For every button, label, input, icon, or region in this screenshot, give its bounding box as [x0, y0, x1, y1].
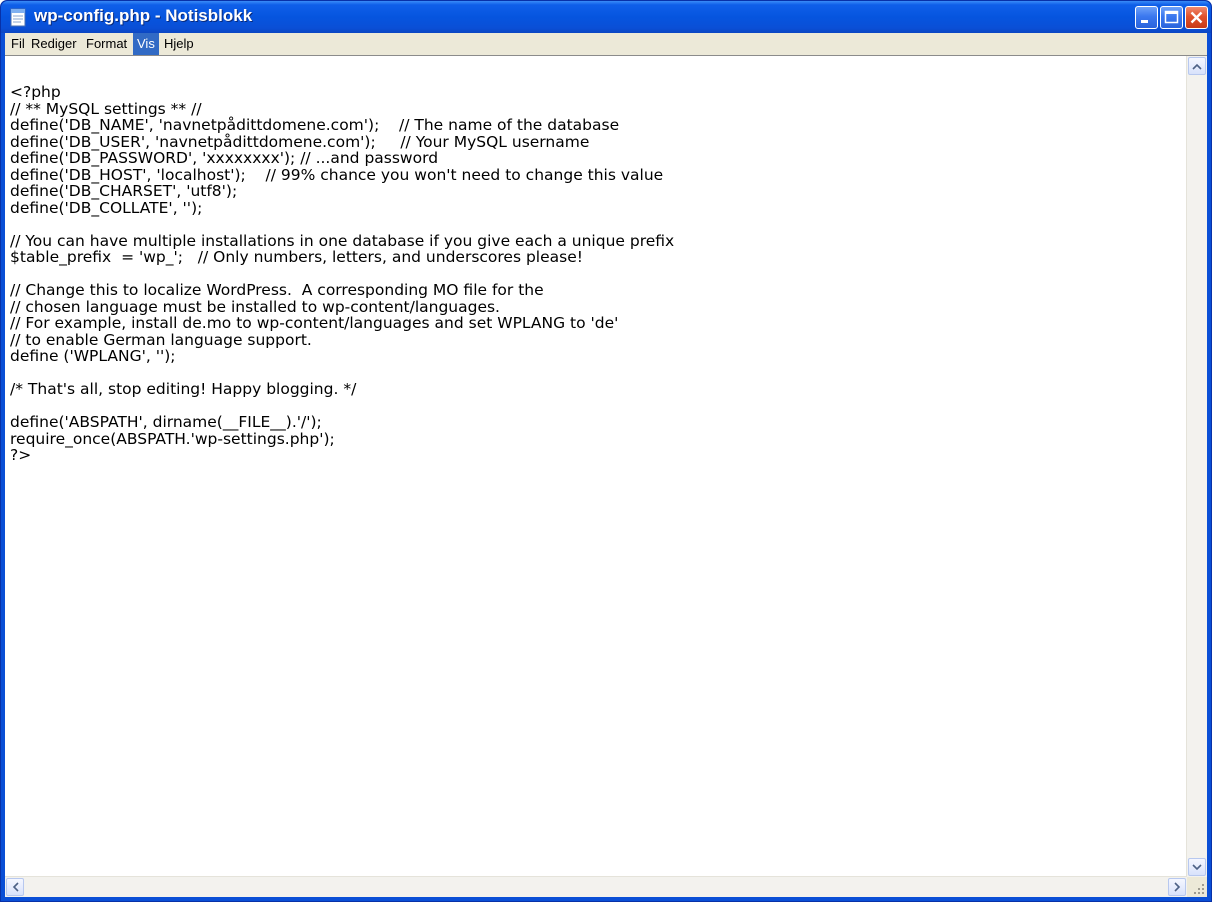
menu-fil[interactable]: Fil [7, 33, 29, 55]
menu-bar: Fil Rediger Format Vis Hjelp [5, 33, 1207, 55]
notepad-window: wp-config.php - Notisblokk Fil Rediger F… [0, 0, 1212, 902]
maximize-icon [1164, 10, 1179, 24]
grip-dot [1202, 892, 1204, 894]
horizontal-scrollbar[interactable] [5, 876, 1187, 897]
grip-dot [1202, 884, 1204, 886]
minimize-icon [1141, 20, 1148, 23]
close-icon [1190, 11, 1203, 24]
chevron-down-icon [1192, 863, 1202, 870]
notepad-icon [10, 8, 26, 27]
minimize-button[interactable] [1135, 6, 1158, 29]
scroll-right-button[interactable] [1168, 878, 1186, 896]
grip-dot [1198, 888, 1200, 890]
title-bar[interactable]: wp-config.php - Notisblokk [1, 1, 1211, 33]
grip-dot [1198, 892, 1200, 894]
menu-format[interactable]: Format [82, 33, 131, 55]
menu-vis[interactable]: Vis [133, 33, 159, 55]
scroll-up-button[interactable] [1188, 57, 1206, 75]
text-editor[interactable]: <?php // ** MySQL settings ** // define(… [5, 55, 1207, 897]
window-title: wp-config.php - Notisblokk [34, 6, 253, 25]
grip-dot [1202, 888, 1204, 890]
chevron-right-icon [1173, 882, 1180, 892]
close-button[interactable] [1185, 6, 1208, 29]
grip-dot [1194, 892, 1196, 894]
vertical-scrollbar[interactable] [1186, 56, 1207, 877]
menu-hjelp[interactable]: Hjelp [160, 33, 198, 55]
resize-grip[interactable] [1187, 877, 1207, 897]
scroll-down-button[interactable] [1188, 858, 1206, 876]
editor-content[interactable]: <?php // ** MySQL settings ** // define(… [10, 84, 674, 464]
chevron-left-icon [12, 882, 19, 892]
maximize-button[interactable] [1160, 6, 1183, 29]
scroll-left-button[interactable] [6, 878, 24, 896]
menu-rediger[interactable]: Rediger [27, 33, 81, 55]
chevron-up-icon [1192, 63, 1202, 70]
